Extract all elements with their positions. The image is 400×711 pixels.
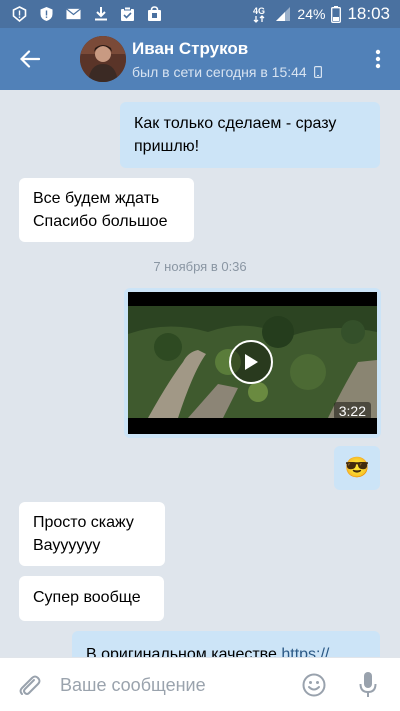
- message-outgoing[interactable]: Как только сделаем - сразу пришлю!: [120, 102, 380, 168]
- battery-icon: [331, 5, 342, 23]
- mail-icon: [66, 5, 81, 22]
- last-seen-text: был в сети сегодня в 15:44: [132, 64, 307, 80]
- back-button[interactable]: [10, 42, 50, 76]
- message-outgoing-emoji[interactable]: 😎: [334, 446, 380, 490]
- message-line: Супер вообще: [33, 589, 141, 606]
- message-line: Как только сделаем - сразу: [134, 115, 337, 132]
- message-composer: [0, 657, 400, 711]
- svg-text:4G: 4G: [253, 6, 265, 16]
- alert-icon: [12, 5, 27, 22]
- message-input[interactable]: [60, 666, 290, 704]
- message-line: Все будем ждать: [33, 190, 160, 207]
- sunglasses-emoji: 😎: [344, 456, 370, 479]
- voice-message-button[interactable]: [358, 671, 378, 699]
- contact-status: был в сети сегодня в 15:44: [132, 64, 322, 80]
- microphone-icon: [359, 672, 377, 697]
- play-button[interactable]: [229, 340, 273, 384]
- more-menu-button[interactable]: [368, 46, 388, 72]
- more-vertical-icon: [375, 49, 381, 69]
- message-line: Вауууууу: [33, 537, 101, 554]
- message-incoming[interactable]: Супер вообще: [19, 576, 164, 621]
- message-line: Спасибо большое: [33, 213, 168, 230]
- video-message[interactable]: 3:22: [124, 288, 381, 438]
- contact-name[interactable]: Иван Струков: [132, 39, 248, 59]
- smiley-icon: [302, 673, 326, 697]
- message-line: пришлю!: [134, 138, 200, 155]
- message-incoming[interactable]: Просто скажу Вауууууу: [19, 502, 165, 566]
- play-icon: [245, 354, 258, 370]
- status-bar: 4G 24% 18:03: [0, 0, 400, 28]
- system-indicators: 4G 24% 18:03: [253, 4, 390, 24]
- date-separator: 7 ноября в 0:36: [153, 259, 247, 274]
- battery-percent: 24%: [297, 6, 326, 22]
- clipboard-icon: [120, 5, 135, 22]
- download-icon: [93, 5, 108, 22]
- mobile-icon: [313, 66, 322, 79]
- back-arrow-icon: [20, 50, 40, 68]
- signal-icon: [276, 7, 291, 21]
- bag-icon: [147, 5, 162, 22]
- video-thumbnail[interactable]: 3:22: [128, 292, 377, 434]
- shield-icon: [39, 5, 54, 22]
- attach-button[interactable]: [16, 672, 42, 698]
- avatar[interactable]: [80, 36, 126, 82]
- clock: 18:03: [347, 4, 390, 23]
- notification-icons: [12, 5, 162, 22]
- message-link[interactable]: https://: [281, 646, 329, 657]
- network-4g-icon: 4G: [253, 6, 265, 23]
- video-duration: 3:22: [333, 402, 371, 420]
- message-incoming[interactable]: Все будем ждать Спасибо большое: [19, 178, 194, 242]
- message-outgoing[interactable]: В оригинальном качестве https://: [72, 631, 380, 657]
- message-text: В оригинальном качестве: [86, 646, 277, 657]
- chat-header: Иван Струков был в сети сегодня в 15:44: [0, 28, 400, 90]
- message-list[interactable]: Как только сделаем - сразу пришлю! Все б…: [0, 90, 400, 657]
- avatar-image: [80, 36, 126, 82]
- paperclip-icon: [19, 675, 41, 695]
- emoji-button[interactable]: [302, 673, 326, 697]
- message-line: Просто скажу: [33, 514, 134, 531]
